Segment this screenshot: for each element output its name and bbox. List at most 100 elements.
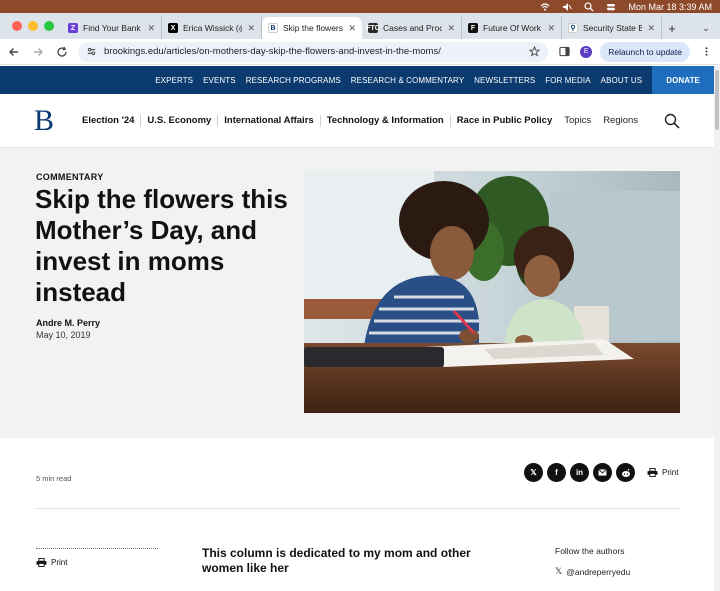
share-facebook-icon[interactable]: f: [547, 463, 566, 482]
article-body-start: Print This column is dedicated to my mom…: [0, 546, 714, 591]
address-bar[interactable]: brookings.edu/articles/on-mothers-day-sk…: [78, 41, 549, 62]
donate-button[interactable]: DONATE: [652, 66, 714, 94]
zoom-window-button[interactable]: [44, 21, 54, 31]
print-button[interactable]: Print: [647, 468, 678, 477]
menubar-clock[interactable]: Mon Mar 18 3:39 AM: [628, 2, 712, 12]
tab-0[interactable]: Z Find Your Bank | ✕: [62, 17, 162, 39]
main-nav-item[interactable]: Election '24: [76, 114, 142, 127]
read-time: 5 min read: [36, 474, 72, 483]
article-author[interactable]: Andre M. Perry: [36, 318, 100, 328]
share-buttons: 𝕏 f in Print: [524, 463, 678, 482]
web-page: EXPERTS EVENTS RESEARCH PROGRAMS RESEARCH &…: [0, 66, 714, 591]
utility-nav-link[interactable]: RESEARCH PROGRAMS: [246, 76, 341, 85]
follow-authors-heading: Follow the authors: [555, 546, 625, 556]
scrollbar-thumb[interactable]: [715, 70, 719, 130]
search-icon[interactable]: [584, 1, 594, 12]
tab-strip: Z Find Your Bank | ✕ X Erica Wissick (@ ✕ B Sk…: [0, 13, 720, 39]
article-date: May 10, 2019: [36, 330, 91, 340]
share-email-icon[interactable]: [593, 463, 612, 482]
sidebar-print-button[interactable]: Print: [36, 558, 67, 567]
profile-avatar[interactable]: E: [580, 45, 593, 58]
reload-button[interactable]: [54, 44, 70, 60]
url-text: brookings.edu/articles/on-mothers-day-sk…: [104, 46, 441, 57]
ftc-icon: FTC: [366, 23, 380, 33]
side-panel-button[interactable]: [556, 44, 572, 60]
author-x-link[interactable]: 𝕏 @andreperryedu: [555, 566, 630, 577]
close-tab-icon[interactable]: ✕: [447, 23, 455, 34]
bookmark-star-icon[interactable]: [529, 46, 541, 57]
utility-nav-link[interactable]: RESEARCH & COMMENTARY: [351, 76, 464, 85]
kebab-menu-icon: [704, 47, 708, 56]
share-x-icon[interactable]: 𝕏: [524, 463, 543, 482]
minimize-window-button[interactable]: [28, 21, 38, 31]
printer-icon: [36, 558, 47, 567]
relaunch-button[interactable]: Relaunch to update: [600, 41, 690, 62]
main-nav-dropdown-topics[interactable]: Topics: [558, 115, 597, 127]
article-meta: 5 min read 𝕏 f in Print: [0, 438, 714, 548]
control-center-icon[interactable]: [606, 2, 616, 12]
main-nav-dropdown-regions[interactable]: Regions: [597, 115, 644, 127]
arrow-right-icon: [34, 47, 43, 56]
main-nav-item[interactable]: International Affairs: [218, 114, 321, 127]
site-info-icon[interactable]: [86, 46, 97, 57]
tab-title: Find Your Bank |: [83, 23, 143, 33]
close-tab-icon[interactable]: ✕: [147, 23, 155, 34]
main-nav: B Election '24 U.S. Economy International …: [0, 94, 714, 148]
new-tab-button[interactable]: +: [662, 17, 682, 39]
brookings-b-icon: B: [268, 23, 278, 33]
main-nav-item[interactable]: U.S. Economy: [141, 114, 219, 127]
mute-icon[interactable]: [562, 2, 573, 12]
browser-menu-button[interactable]: [698, 44, 714, 60]
column-subheading: This column is dedicated to my mom and o…: [202, 546, 471, 575]
forward-button[interactable]: [30, 44, 46, 60]
sidebar-print-label: Print: [51, 558, 68, 567]
main-nav-item[interactable]: Race in Public Policy: [451, 115, 559, 127]
forbes-f-icon: F: [468, 23, 478, 33]
arrow-left-icon: [9, 47, 18, 56]
divider: [36, 508, 680, 509]
tab-title: Skip the flowers t: [283, 23, 344, 33]
wifi-icon[interactable]: [540, 2, 550, 12]
share-reddit-icon[interactable]: [616, 463, 635, 482]
window-controls: [0, 13, 62, 39]
tab-title: Security State Ba: [583, 23, 643, 33]
share-linkedin-icon[interactable]: in: [570, 463, 589, 482]
dotted-divider: [36, 548, 158, 549]
article-kicker[interactable]: COMMENTARY: [36, 172, 104, 182]
x-icon: 𝕏: [555, 566, 563, 576]
x-icon: X: [168, 23, 178, 33]
close-tab-icon[interactable]: ✕: [547, 23, 555, 34]
site-search-icon[interactable]: [664, 113, 680, 129]
bank-icon: ⚲: [568, 23, 578, 33]
close-window-button[interactable]: [12, 21, 22, 31]
utility-nav-link[interactable]: EVENTS: [203, 76, 236, 85]
browser-window: Z Find Your Bank | ✕ X Erica Wissick (@ ✕ B Sk…: [0, 13, 720, 591]
tab-5[interactable]: ⚲ Security State Ba ✕: [562, 17, 662, 39]
purple-z-icon: Z: [68, 23, 78, 33]
main-nav-items: Election '24 U.S. Economy International Af…: [76, 114, 644, 127]
reload-icon: [57, 46, 67, 57]
tab-2[interactable]: B Skip the flowers t ✕: [262, 17, 362, 39]
page-scrollbar[interactable]: [714, 66, 720, 591]
side-panel-icon: [559, 46, 570, 57]
main-nav-item[interactable]: Technology & Information: [321, 114, 451, 127]
browser-toolbar: brookings.edu/articles/on-mothers-day-sk…: [0, 39, 720, 65]
utility-nav-link[interactable]: ABOUT US: [601, 76, 643, 85]
tab-1[interactable]: X Erica Wissick (@ ✕: [162, 17, 262, 39]
tab-search-button[interactable]: ⌄: [698, 17, 714, 39]
brookings-logo[interactable]: B: [34, 104, 72, 138]
tab-3[interactable]: FTC Cases and Proce ✕: [362, 17, 462, 39]
utility-nav-link[interactable]: NEWSLETTERS: [474, 76, 535, 85]
tab-4[interactable]: F Future Of Work ✕: [462, 17, 562, 39]
close-tab-icon[interactable]: ✕: [348, 23, 356, 34]
close-tab-icon[interactable]: ✕: [247, 23, 255, 34]
utility-nav-link[interactable]: EXPERTS: [155, 76, 193, 85]
tab-title: Erica Wissick (@: [183, 23, 243, 33]
utility-nav-link[interactable]: FOR MEDIA: [545, 76, 590, 85]
utility-nav: EXPERTS EVENTS RESEARCH PROGRAMS RESEARCH &…: [0, 66, 714, 94]
macos-menu-bar: Mon Mar 18 3:39 AM: [0, 0, 720, 13]
tab-title: Cases and Proce: [383, 23, 443, 33]
back-button[interactable]: [6, 44, 22, 60]
close-tab-icon[interactable]: ✕: [647, 23, 655, 34]
hero-photo-mother-and-child: [304, 171, 680, 413]
